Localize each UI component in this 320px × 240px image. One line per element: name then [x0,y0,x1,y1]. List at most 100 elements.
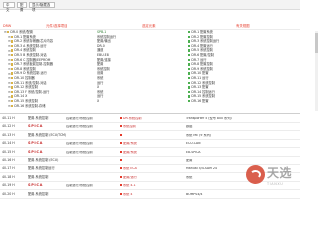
row-detail: 配置 [186,159,193,162]
row-control [120,133,190,137]
table-row[interactable]: 40-14 H SPICA 控制运行/系统控制 配置/系统 ECU-CAN [0,140,300,149]
row-number: 40-17 H [2,166,15,171]
related-view-label: DR-10 配置 [191,71,209,76]
results-table: 40-11 H 配置-系统控制 控制运行/系统控制 DR-系统控制 Transporte… [0,113,300,200]
tree-item-label: DR-9 D 系统控制-运行 [14,71,47,76]
tree-item-label: DR-13 F 系统/控制-运行 [14,90,50,94]
tree-item-label: DR-0 系统/配置 [10,30,33,35]
row-control-text: DR-系统控制 [123,117,142,120]
row-control: DR-系统控制 [120,117,190,120]
related-view-label: DR-16 配置 [191,99,209,104]
row-description: 控制运行/系统控制 [66,150,93,154]
table-row[interactable]: 40-12 H SPICA 控制运行/系统控制 系统控制 数据 [0,123,300,132]
row-module: 配置-系统控制 [28,174,49,179]
row-description: 控制运行/系统控制 [66,117,93,120]
header-drw: DRW [3,24,12,28]
vertical-scrollbar[interactable] [315,31,318,111]
related-view-label: DR-13 配置 [191,85,209,90]
row-number: 40-20 H [2,191,15,196]
header-components: 元件/选择项目 [46,24,68,28]
row-control-text: 配置/系统 [123,150,137,154]
row-control: 系统 4-1 [120,184,190,187]
tree-item-label: DR-10 控制器 [14,76,35,81]
table-row[interactable]: 40-20 H 配置-系统控制 系统 4 BOMPS4/4 [0,191,300,199]
status-flag-icon [120,142,122,145]
selected-element-item[interactable]: 系统 [97,76,103,80]
row-number: 40-14 H [2,141,15,146]
row-control: 系统控制 [120,125,190,128]
show-hide-options-button[interactable]: 显示/隐藏选项 [29,2,55,12]
row-module: SPICA [28,183,43,188]
row-module: 配置-系统控制 [28,191,49,196]
watermark-brand: 天选 [267,166,293,180]
related-view-label: DR-3 系统控制运行 [191,39,220,44]
related-view-label: DR-8 配置控制 [191,62,213,67]
selected-element-item[interactable]: 配置/输出 [97,39,111,43]
related-view-label: DR-1 配置系统 [191,30,213,35]
row-module: 配置-系统控制 (ECU) [28,158,59,162]
table-row[interactable]: 40-11 H 配置-系统控制 控制运行/系统控制 DR-系统控制 Transporte… [0,115,300,123]
selected-element-item[interactable]: 配置 [97,62,103,66]
selected-element-item[interactable]: X [97,99,99,103]
table-row[interactable]: 40-16 H 配置-系统控制 (ECU) 配置 [0,157,300,165]
tree-item-label: DR-8 系统控制 [14,67,36,71]
row-detail: BOMPS4/4 [186,192,203,196]
status-flag-icon [120,133,122,136]
row-control-text: 系统控制 [123,125,136,129]
column-header-row: DRW 元件/选择项目 选定元素 有关视图 [0,24,300,30]
status-flag-icon [120,192,122,195]
status-flag-icon [120,150,122,153]
row-control-text: 系统 4 [123,192,133,196]
related-view-label: DR-9 系统控制 [191,67,213,71]
header-selected: 选定元素 [142,24,156,28]
tree-item-label: DR-4 系统控制 [14,48,36,53]
row-detail: Transporter 5 (型号 800 系列) [186,117,232,120]
row-module: 配置-系统控制 [28,116,49,120]
row-control: 系统 ECA [120,167,190,170]
watermark-logo-icon [246,165,265,184]
selected-element-item[interactable]: EBU-E8 [97,53,109,57]
row-control-text: 配置/运行 [123,175,137,179]
tree-item-label: DR-7 系统板载控制-控制器 [14,62,53,67]
language-button[interactable]: 中文 [3,2,15,12]
scrollbar-thumb[interactable] [315,33,318,53]
selected-element-item[interactable]: X [97,85,99,89]
tree-item-label: DR-3 A 系统控制-运行 [14,44,47,48]
row-control [120,159,190,162]
row-control: 系统 4 [120,192,190,196]
table-row[interactable]: 40-13 H 配置-系统控制 (ECU/TCM) 系统 ME (9 系列) [0,132,300,140]
tree-item[interactable]: ⊞ DR-16 系统控制-存储 [8,103,46,108]
row-number: 40-16 H [2,158,15,162]
row-module: 配置-系统控制 (ECU/TCM) [28,132,67,137]
row-number: 40-12 H [2,124,15,129]
watermark-site: TIANXU [267,182,284,186]
row-module: SPICA [28,141,43,146]
tree-item-label: DR-15 系统控制 [14,99,38,104]
tree-item-label: DR-14 X [14,94,28,99]
status-flag-icon [120,117,122,119]
row-number: 40-18 H [2,174,15,179]
row-description: 控制运行/系统控制 [66,184,93,188]
row-detail: 数据 [186,125,193,129]
related-view-label: DR-4 配置运行 [191,44,213,48]
related-view-item[interactable]: DR-16 配置 [188,100,209,103]
row-number: 40-19 H [2,183,15,188]
row-detail: ECU-CAN [186,142,201,146]
row-module: SPICA [28,124,43,129]
table-row[interactable]: 40-15 H SPICA 控制运行/系统控制 配置/系统 E8-SPICA [0,149,300,157]
row-control-text: 配置/系统 [123,142,137,146]
selected-element-item[interactable]: SPB-1 [97,30,106,34]
row-control: 配置/系统 [120,150,190,154]
row-number: 40-13 H [2,132,15,137]
related-view-label: DR-11 运行 [191,76,209,81]
header-views: 有关视图 [236,24,250,28]
related-view-label: DR-14 控制运行 [191,90,215,94]
row-control-text: 系统 4-1 [123,184,136,188]
related-view-label: DR-6 配置/控制 [191,53,214,58]
row-number: 40-15 H [2,149,15,154]
tree-item-label: DR-16 系统控制-存储 [14,103,46,108]
status-flag-icon [120,175,122,178]
status-flag-icon [120,159,122,161]
config-button[interactable]: 配置 [17,2,27,12]
row-control-text: 系统 ECA [123,167,137,171]
